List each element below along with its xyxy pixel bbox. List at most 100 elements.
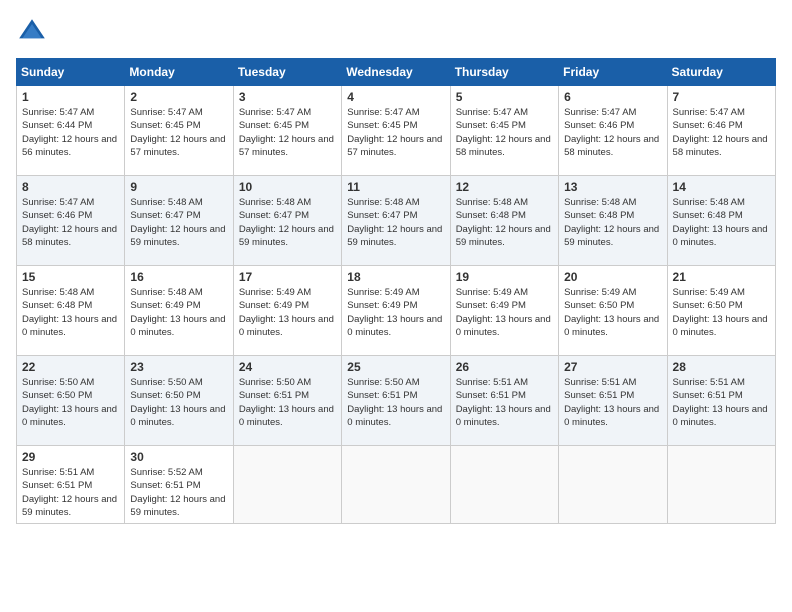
day-number: 22 <box>22 360 119 374</box>
calendar-day-cell: 11 Sunrise: 5:48 AM Sunset: 6:47 PM Dayl… <box>342 176 450 266</box>
day-number: 11 <box>347 180 444 194</box>
day-info: Sunrise: 5:47 AM Sunset: 6:45 PM Dayligh… <box>456 106 553 159</box>
calendar-table: SundayMondayTuesdayWednesdayThursdayFrid… <box>16 58 776 524</box>
day-info: Sunrise: 5:48 AM Sunset: 6:49 PM Dayligh… <box>130 286 227 339</box>
weekday-header: Friday <box>559 59 667 86</box>
day-number: 15 <box>22 270 119 284</box>
day-number: 16 <box>130 270 227 284</box>
day-info: Sunrise: 5:51 AM Sunset: 6:51 PM Dayligh… <box>564 376 661 429</box>
calendar-day-cell: 24 Sunrise: 5:50 AM Sunset: 6:51 PM Dayl… <box>233 356 341 446</box>
calendar-day-cell: 7 Sunrise: 5:47 AM Sunset: 6:46 PM Dayli… <box>667 86 775 176</box>
calendar-day-cell: 15 Sunrise: 5:48 AM Sunset: 6:48 PM Dayl… <box>17 266 125 356</box>
day-info: Sunrise: 5:50 AM Sunset: 6:51 PM Dayligh… <box>347 376 444 429</box>
calendar-day-cell: 5 Sunrise: 5:47 AM Sunset: 6:45 PM Dayli… <box>450 86 558 176</box>
day-info: Sunrise: 5:49 AM Sunset: 6:49 PM Dayligh… <box>347 286 444 339</box>
day-info: Sunrise: 5:47 AM Sunset: 6:45 PM Dayligh… <box>347 106 444 159</box>
day-number: 19 <box>456 270 553 284</box>
calendar-day-cell <box>559 446 667 524</box>
day-number: 17 <box>239 270 336 284</box>
calendar-day-cell: 6 Sunrise: 5:47 AM Sunset: 6:46 PM Dayli… <box>559 86 667 176</box>
day-info: Sunrise: 5:52 AM Sunset: 6:51 PM Dayligh… <box>130 466 227 519</box>
day-info: Sunrise: 5:48 AM Sunset: 6:48 PM Dayligh… <box>456 196 553 249</box>
day-number: 24 <box>239 360 336 374</box>
calendar-day-cell <box>233 446 341 524</box>
day-info: Sunrise: 5:51 AM Sunset: 6:51 PM Dayligh… <box>456 376 553 429</box>
calendar-day-cell: 13 Sunrise: 5:48 AM Sunset: 6:48 PM Dayl… <box>559 176 667 266</box>
day-info: Sunrise: 5:47 AM Sunset: 6:44 PM Dayligh… <box>22 106 119 159</box>
day-info: Sunrise: 5:47 AM Sunset: 6:46 PM Dayligh… <box>22 196 119 249</box>
day-info: Sunrise: 5:48 AM Sunset: 6:47 PM Dayligh… <box>130 196 227 249</box>
day-number: 9 <box>130 180 227 194</box>
day-number: 30 <box>130 450 227 464</box>
calendar-day-cell: 28 Sunrise: 5:51 AM Sunset: 6:51 PM Dayl… <box>667 356 775 446</box>
calendar-day-cell: 27 Sunrise: 5:51 AM Sunset: 6:51 PM Dayl… <box>559 356 667 446</box>
weekday-header: Sunday <box>17 59 125 86</box>
day-info: Sunrise: 5:47 AM Sunset: 6:45 PM Dayligh… <box>239 106 336 159</box>
day-number: 3 <box>239 90 336 104</box>
day-info: Sunrise: 5:48 AM Sunset: 6:48 PM Dayligh… <box>564 196 661 249</box>
day-info: Sunrise: 5:48 AM Sunset: 6:48 PM Dayligh… <box>673 196 770 249</box>
calendar-day-cell: 12 Sunrise: 5:48 AM Sunset: 6:48 PM Dayl… <box>450 176 558 266</box>
day-number: 28 <box>673 360 770 374</box>
day-info: Sunrise: 5:50 AM Sunset: 6:50 PM Dayligh… <box>130 376 227 429</box>
calendar-day-cell: 20 Sunrise: 5:49 AM Sunset: 6:50 PM Dayl… <box>559 266 667 356</box>
calendar-day-cell: 17 Sunrise: 5:49 AM Sunset: 6:49 PM Dayl… <box>233 266 341 356</box>
calendar-day-cell: 1 Sunrise: 5:47 AM Sunset: 6:44 PM Dayli… <box>17 86 125 176</box>
day-number: 6 <box>564 90 661 104</box>
weekday-header: Thursday <box>450 59 558 86</box>
day-info: Sunrise: 5:47 AM Sunset: 6:45 PM Dayligh… <box>130 106 227 159</box>
day-info: Sunrise: 5:50 AM Sunset: 6:50 PM Dayligh… <box>22 376 119 429</box>
day-number: 18 <box>347 270 444 284</box>
day-info: Sunrise: 5:48 AM Sunset: 6:47 PM Dayligh… <box>347 196 444 249</box>
day-number: 14 <box>673 180 770 194</box>
calendar-day-cell <box>450 446 558 524</box>
weekday-header: Wednesday <box>342 59 450 86</box>
day-number: 27 <box>564 360 661 374</box>
day-number: 26 <box>456 360 553 374</box>
calendar-week-row: 8 Sunrise: 5:47 AM Sunset: 6:46 PM Dayli… <box>17 176 776 266</box>
day-info: Sunrise: 5:49 AM Sunset: 6:49 PM Dayligh… <box>239 286 336 339</box>
calendar-day-cell: 25 Sunrise: 5:50 AM Sunset: 6:51 PM Dayl… <box>342 356 450 446</box>
day-number: 7 <box>673 90 770 104</box>
calendar-day-cell: 21 Sunrise: 5:49 AM Sunset: 6:50 PM Dayl… <box>667 266 775 356</box>
calendar-day-cell: 3 Sunrise: 5:47 AM Sunset: 6:45 PM Dayli… <box>233 86 341 176</box>
day-number: 29 <box>22 450 119 464</box>
calendar-day-cell: 30 Sunrise: 5:52 AM Sunset: 6:51 PM Dayl… <box>125 446 233 524</box>
day-number: 10 <box>239 180 336 194</box>
calendar-day-cell: 10 Sunrise: 5:48 AM Sunset: 6:47 PM Dayl… <box>233 176 341 266</box>
calendar-day-cell: 14 Sunrise: 5:48 AM Sunset: 6:48 PM Dayl… <box>667 176 775 266</box>
calendar-week-row: 15 Sunrise: 5:48 AM Sunset: 6:48 PM Dayl… <box>17 266 776 356</box>
day-info: Sunrise: 5:48 AM Sunset: 6:48 PM Dayligh… <box>22 286 119 339</box>
logo-icon <box>16 16 48 48</box>
day-number: 1 <box>22 90 119 104</box>
logo <box>16 16 52 48</box>
calendar-week-row: 1 Sunrise: 5:47 AM Sunset: 6:44 PM Dayli… <box>17 86 776 176</box>
calendar-day-cell: 19 Sunrise: 5:49 AM Sunset: 6:49 PM Dayl… <box>450 266 558 356</box>
day-info: Sunrise: 5:49 AM Sunset: 6:50 PM Dayligh… <box>564 286 661 339</box>
day-number: 20 <box>564 270 661 284</box>
weekday-header-row: SundayMondayTuesdayWednesdayThursdayFrid… <box>17 59 776 86</box>
day-number: 21 <box>673 270 770 284</box>
day-number: 4 <box>347 90 444 104</box>
day-number: 5 <box>456 90 553 104</box>
day-info: Sunrise: 5:51 AM Sunset: 6:51 PM Dayligh… <box>673 376 770 429</box>
calendar-day-cell: 18 Sunrise: 5:49 AM Sunset: 6:49 PM Dayl… <box>342 266 450 356</box>
day-number: 25 <box>347 360 444 374</box>
calendar-day-cell: 4 Sunrise: 5:47 AM Sunset: 6:45 PM Dayli… <box>342 86 450 176</box>
day-info: Sunrise: 5:49 AM Sunset: 6:50 PM Dayligh… <box>673 286 770 339</box>
calendar-day-cell: 16 Sunrise: 5:48 AM Sunset: 6:49 PM Dayl… <box>125 266 233 356</box>
calendar-day-cell <box>667 446 775 524</box>
calendar-day-cell: 23 Sunrise: 5:50 AM Sunset: 6:50 PM Dayl… <box>125 356 233 446</box>
calendar-week-row: 22 Sunrise: 5:50 AM Sunset: 6:50 PM Dayl… <box>17 356 776 446</box>
day-info: Sunrise: 5:47 AM Sunset: 6:46 PM Dayligh… <box>564 106 661 159</box>
calendar-day-cell: 22 Sunrise: 5:50 AM Sunset: 6:50 PM Dayl… <box>17 356 125 446</box>
calendar-day-cell: 26 Sunrise: 5:51 AM Sunset: 6:51 PM Dayl… <box>450 356 558 446</box>
calendar-day-cell: 8 Sunrise: 5:47 AM Sunset: 6:46 PM Dayli… <box>17 176 125 266</box>
calendar-day-cell: 2 Sunrise: 5:47 AM Sunset: 6:45 PM Dayli… <box>125 86 233 176</box>
page-header <box>16 16 776 48</box>
day-info: Sunrise: 5:48 AM Sunset: 6:47 PM Dayligh… <box>239 196 336 249</box>
day-info: Sunrise: 5:49 AM Sunset: 6:49 PM Dayligh… <box>456 286 553 339</box>
day-info: Sunrise: 5:50 AM Sunset: 6:51 PM Dayligh… <box>239 376 336 429</box>
day-info: Sunrise: 5:47 AM Sunset: 6:46 PM Dayligh… <box>673 106 770 159</box>
calendar-day-cell: 29 Sunrise: 5:51 AM Sunset: 6:51 PM Dayl… <box>17 446 125 524</box>
